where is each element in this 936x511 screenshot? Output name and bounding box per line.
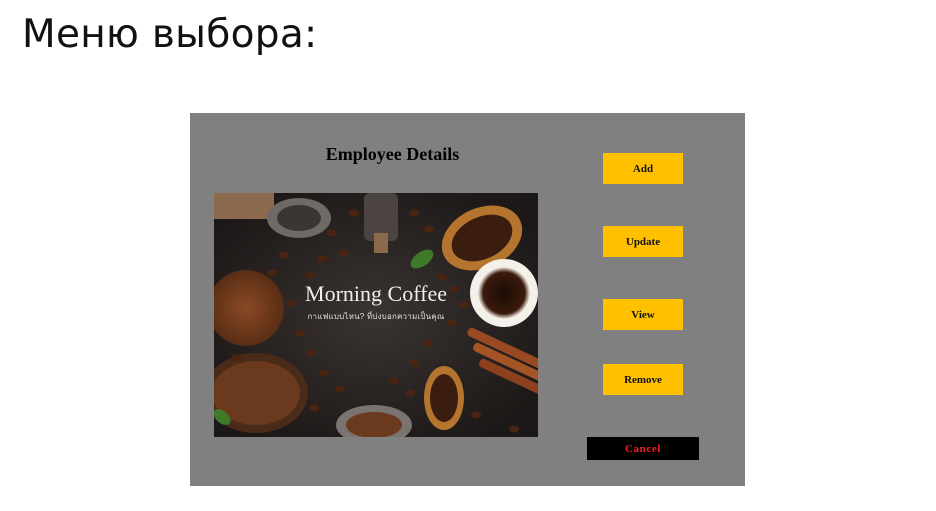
add-button[interactable]: Add (603, 153, 683, 184)
view-button[interactable]: View (603, 299, 683, 330)
cancel-button[interactable]: Cancel (587, 437, 699, 460)
window-title: Employee Details (325, 144, 460, 164)
update-button[interactable]: Update (603, 226, 683, 257)
image-caption: Morning Coffee (305, 281, 447, 306)
employee-details-window: Employee Details Morning Coffee กาแฟแบบไ… (190, 113, 745, 486)
coffee-image: Morning Coffee กาแฟแบบไหน? ที่บ่งบอกความ… (214, 193, 538, 437)
slide-title: Меню выбора: (22, 12, 318, 57)
image-subcaption: กาแฟแบบไหน? ที่บ่งบอกความเป็นคุณ (307, 312, 445, 321)
remove-button[interactable]: Remove (603, 364, 683, 395)
